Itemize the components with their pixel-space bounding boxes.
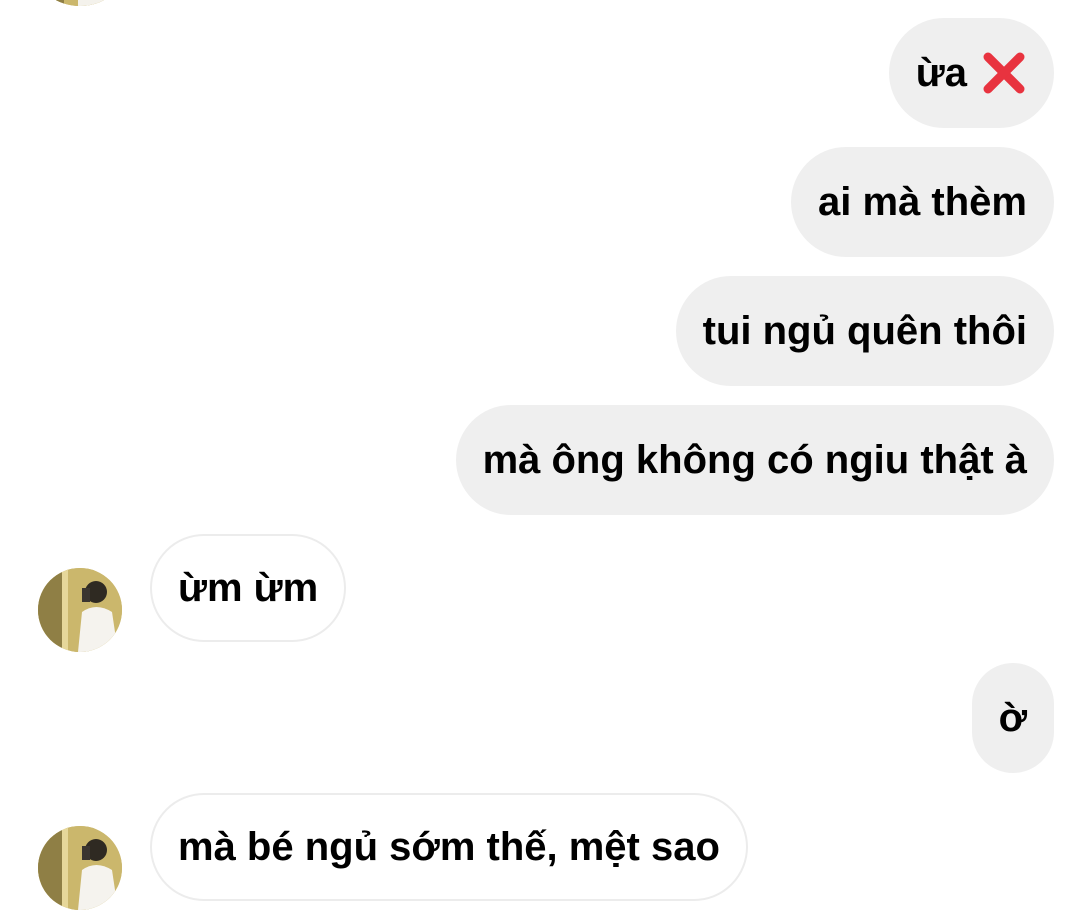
message-bubble-incoming[interactable]: ừm ừm bbox=[150, 534, 347, 642]
message-text: mà bé ngủ sớm thế, mệt sao bbox=[178, 824, 720, 869]
message-text: mà ông không có ngiu thật à bbox=[482, 437, 1027, 482]
message-bubble-incoming[interactable]: mà bé ngủ sớm thế, mệt sao bbox=[150, 793, 748, 901]
cross-mark-icon bbox=[981, 50, 1027, 96]
message-bubble-outgoing[interactable]: tui ngủ quên thôi bbox=[675, 276, 1054, 386]
message-bubble-outgoing[interactable]: ai mà thèm bbox=[791, 147, 1054, 257]
message-bubble-outgoing[interactable]: ừa bbox=[888, 18, 1054, 128]
message-text: ai mà thèm bbox=[818, 179, 1027, 224]
contact-avatar[interactable] bbox=[38, 826, 122, 910]
contact-avatar-partial[interactable] bbox=[38, 0, 122, 6]
message-bubble-outgoing[interactable]: mà ông không có ngiu thật à bbox=[455, 405, 1054, 515]
message-text: tui ngủ quên thôi bbox=[702, 308, 1027, 353]
contact-avatar[interactable] bbox=[38, 568, 122, 652]
message-text: ừa bbox=[915, 50, 967, 95]
message-text: ừm ừm bbox=[178, 565, 319, 610]
message-text: ờ bbox=[998, 695, 1027, 740]
message-bubble-outgoing[interactable]: ờ bbox=[971, 663, 1054, 773]
